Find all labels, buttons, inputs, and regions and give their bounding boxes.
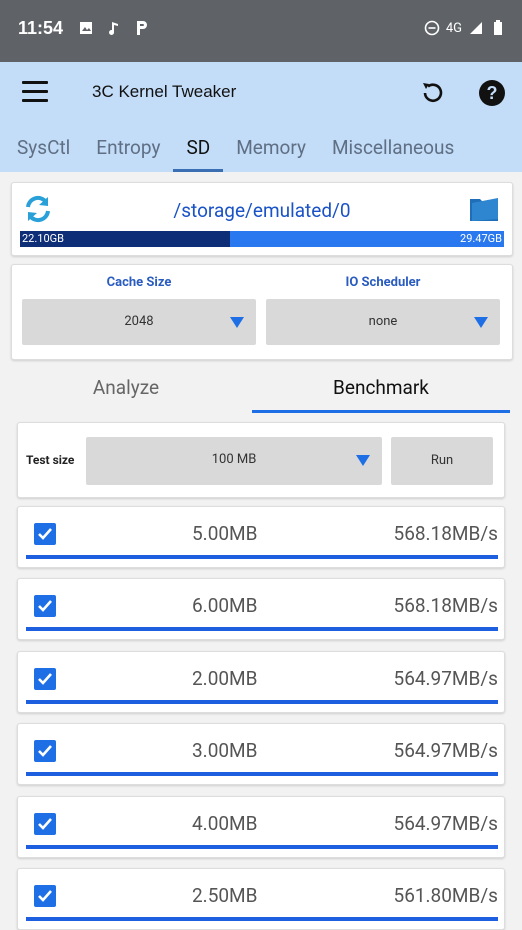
storage-usage-bar: 22.10GB 29.47GB xyxy=(20,231,504,247)
result-size: 2.50MB xyxy=(192,884,258,907)
result-row: 3.00MB 564.97MB/s xyxy=(17,723,505,785)
check-icon xyxy=(38,745,52,757)
result-size: 3.00MB xyxy=(192,739,258,762)
signal-icon xyxy=(468,20,484,36)
checkbox[interactable] xyxy=(34,885,56,907)
tab-memory[interactable]: Memory xyxy=(223,124,319,172)
tab-benchmark[interactable]: Benchmark xyxy=(252,368,510,413)
run-button[interactable]: Run xyxy=(391,437,493,485)
result-size: 2.00MB xyxy=(192,667,258,690)
do-not-disturb-icon xyxy=(424,20,440,36)
check-icon xyxy=(38,673,52,685)
dropdown-arrow-icon xyxy=(356,455,370,466)
tab-analyze[interactable]: Analyze xyxy=(0,368,252,410)
result-speed-bar xyxy=(26,845,498,849)
checkbox[interactable] xyxy=(34,523,56,545)
network-type: 4G xyxy=(445,20,462,36)
result-speed-bar xyxy=(26,772,498,776)
test-size-card: Test size 100 MB Run xyxy=(17,422,505,498)
result-speed-bar xyxy=(26,917,498,921)
check-icon xyxy=(38,818,52,830)
checkbox[interactable] xyxy=(34,595,56,617)
test-size-value: 100 MB xyxy=(211,452,257,467)
result-size: 6.00MB xyxy=(192,594,258,617)
result-speed-bar xyxy=(26,627,498,631)
sub-tabs: Analyze Benchmark xyxy=(0,368,522,413)
checkbox[interactable] xyxy=(34,813,56,835)
menu-icon[interactable] xyxy=(22,81,48,103)
svg-text:?: ? xyxy=(487,83,498,103)
restore-icon[interactable] xyxy=(418,79,446,107)
io-scheduler-label: IO Scheduler xyxy=(345,275,421,290)
tab-sysctl[interactable]: SysCtl xyxy=(0,124,83,172)
system-icons: 4G xyxy=(424,20,506,36)
settings-card: Cache Size 2048 IO Scheduler none xyxy=(11,264,513,360)
result-speed: 564.97MB/s xyxy=(393,667,498,690)
storage-used-label: 22.10GB xyxy=(22,232,64,245)
app-title: 3C Kernel Tweaker xyxy=(92,82,237,101)
checkbox[interactable] xyxy=(34,740,56,762)
storage-total-label: 29.47GB xyxy=(460,232,502,245)
battery-icon xyxy=(490,20,506,36)
result-size: 5.00MB xyxy=(192,522,258,545)
result-speed: 561.80MB/s xyxy=(393,884,498,907)
check-icon xyxy=(38,528,52,540)
result-row: 5.00MB 568.18MB/s xyxy=(17,506,505,568)
notification-icons xyxy=(78,20,150,36)
music-note-icon xyxy=(106,20,122,36)
result-speed: 564.97MB/s xyxy=(393,812,498,835)
status-time: 11:54 xyxy=(18,18,64,38)
cache-size-select[interactable]: 2048 xyxy=(22,299,256,345)
result-size: 4.00MB xyxy=(192,812,258,835)
storage-card: /storage/emulated/0 22.10GB 29.47GB xyxy=(11,182,513,256)
tab-entropy[interactable]: Entropy xyxy=(83,124,173,172)
status-bar: 11:54 4G xyxy=(0,0,522,62)
io-scheduler-value: none xyxy=(368,314,398,329)
check-icon xyxy=(38,600,52,612)
checkbox[interactable] xyxy=(34,668,56,690)
image-icon xyxy=(78,20,94,36)
result-speed-bar xyxy=(26,700,498,704)
result-speed: 568.18MB/s xyxy=(393,522,498,545)
main-tabs: SysCtl Entropy SD Memory Miscellaneous xyxy=(0,124,522,172)
folder-icon[interactable] xyxy=(468,193,500,223)
cache-size-value: 2048 xyxy=(124,314,154,329)
result-speed: 568.18MB/s xyxy=(393,594,498,617)
parking-icon xyxy=(134,20,150,36)
result-row: 2.00MB 564.97MB/s xyxy=(17,651,505,713)
result-speed-bar xyxy=(26,555,498,559)
result-row: 2.50MB 561.80MB/s xyxy=(17,868,505,930)
cache-size-label: Cache Size xyxy=(106,275,172,290)
result-row: 4.00MB 564.97MB/s xyxy=(17,796,505,858)
result-row: 6.00MB 568.18MB/s xyxy=(17,578,505,640)
storage-path: /storage/emulated/0 xyxy=(173,199,351,222)
test-size-select[interactable]: 100 MB xyxy=(86,437,382,485)
app-bar: 3C Kernel Tweaker ? xyxy=(0,62,522,124)
io-scheduler-select[interactable]: none xyxy=(266,299,500,345)
result-speed: 564.97MB/s xyxy=(393,739,498,762)
help-icon[interactable]: ? xyxy=(478,79,506,107)
dropdown-arrow-icon xyxy=(474,317,488,328)
test-size-label: Test size xyxy=(26,453,75,467)
dropdown-arrow-icon xyxy=(230,317,244,328)
tab-sd[interactable]: SD xyxy=(173,124,224,172)
tab-miscellaneous[interactable]: Miscellaneous xyxy=(319,124,467,172)
check-icon xyxy=(38,890,52,902)
